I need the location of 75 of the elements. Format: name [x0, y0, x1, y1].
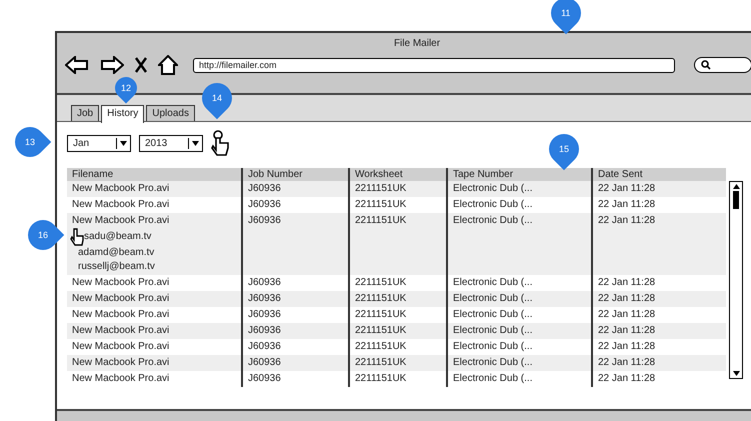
recipient-email: russellj@beam.tv [78, 260, 155, 274]
table-cell: Electronic Dub (... [453, 373, 532, 384]
table-cell: 22 Jan 11:28 [598, 309, 656, 320]
address-field[interactable]: http://filemailer.com [193, 58, 675, 72]
table-cell: Electronic Dub (... [453, 341, 532, 352]
table-cell: 2211151UK [355, 309, 406, 320]
tab[interactable]: History [101, 104, 144, 122]
table-cell: 2211151UK [355, 293, 406, 304]
table-cell: New Macbook Pro.avi [72, 357, 170, 368]
table-cell: 22 Jan 11:28 [598, 199, 656, 210]
dropdown-arrow-icon [120, 140, 127, 146]
table-cell: New Macbook Pro.avi [72, 199, 170, 210]
year-dropdown[interactable]: 2013 [139, 134, 203, 152]
table-cell: J60936 [248, 325, 281, 336]
forward-icon[interactable] [100, 56, 124, 74]
hand-cursor-icon [70, 228, 84, 246]
table-cell: 2211151UK [355, 373, 406, 384]
table-cell: 22 Jan 11:28 [598, 325, 656, 336]
table-cell: 22 Jan 11:28 [598, 215, 656, 226]
table-cell: New Macbook Pro.avi [72, 309, 170, 320]
search-field[interactable] [694, 57, 751, 73]
close-icon[interactable] [135, 57, 147, 73]
table-cell: New Macbook Pro.avi [72, 341, 170, 352]
scrollbar[interactable] [729, 181, 743, 379]
table-cell: New Macbook Pro.avi [72, 373, 170, 384]
table-cell: New Macbook Pro.avi [72, 183, 170, 194]
table-cell: J60936 [248, 277, 281, 288]
back-icon[interactable] [65, 56, 89, 74]
table-cell: J60936 [248, 357, 281, 368]
table-cell: 2211151UK [355, 341, 406, 352]
tab[interactable]: Uploads [146, 105, 195, 121]
table-cell: Electronic Dub (... [453, 183, 532, 194]
search-icon [701, 60, 711, 70]
scroll-up-icon[interactable] [732, 184, 740, 189]
table-cell: J60936 [248, 293, 281, 304]
column-header[interactable]: Filename [67, 168, 241, 181]
table-cell: 2211151UK [355, 357, 406, 368]
table-cell: J60936 [248, 309, 281, 320]
table-cell: 2211151UK [355, 325, 406, 336]
table-cell: 2211151UK [355, 183, 406, 194]
table-cell: 22 Jan 11:28 [598, 357, 656, 368]
month-dropdown[interactable]: Jan [67, 134, 131, 152]
table-cell: Electronic Dub (... [453, 325, 532, 336]
table-cell: 2211151UK [355, 215, 406, 226]
table-cell: 22 Jan 11:28 [598, 373, 656, 384]
table-cell: Electronic Dub (... [453, 215, 532, 226]
window-title: File Mailer [392, 37, 442, 51]
table-cell: Electronic Dub (... [453, 309, 532, 320]
table-cell: New Macbook Pro.avi [72, 277, 170, 288]
table-cell: J60936 [248, 341, 281, 352]
table-cell: 2211151UK [355, 277, 406, 288]
recipient-email: adamd@beam.tv [78, 246, 154, 260]
table-cell: 22 Jan 11:28 [598, 277, 656, 288]
scroll-down-icon[interactable] [732, 371, 740, 376]
dropdown-arrow-icon [192, 140, 199, 146]
table-cell: 22 Jan 11:28 [598, 341, 656, 352]
table-cell: 22 Jan 11:28 [598, 293, 656, 304]
scroll-thumb[interactable] [733, 191, 739, 209]
table-cell: 2211151UK [355, 199, 406, 210]
recipient-email: sadu@beam.tv [84, 230, 152, 244]
table-cell: New Macbook Pro.avi [72, 293, 170, 304]
table-cell: J60936 [248, 373, 281, 384]
table-cell: J60936 [248, 215, 281, 226]
home-icon[interactable] [158, 55, 178, 75]
table-cell: Electronic Dub (... [453, 293, 532, 304]
table-cell: Electronic Dub (... [453, 199, 532, 210]
table-cell: J60936 [248, 199, 281, 210]
hand-cursor-icon [211, 130, 229, 156]
table-cell: Electronic Dub (... [453, 277, 532, 288]
table-cell: 22 Jan 11:28 [598, 183, 656, 194]
table-cell: J60936 [248, 183, 281, 194]
table-cell: New Macbook Pro.avi [72, 325, 170, 336]
table-cell: New Macbook Pro.avi [72, 215, 170, 226]
table-cell: Electronic Dub (... [453, 357, 532, 368]
tab[interactable]: Job [71, 105, 100, 121]
